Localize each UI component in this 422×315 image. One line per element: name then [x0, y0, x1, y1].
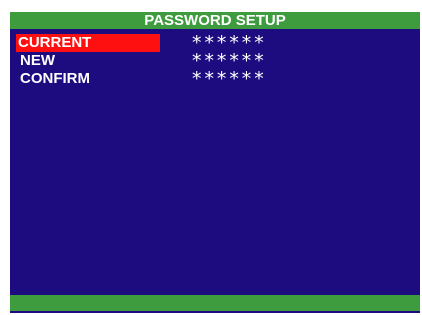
field-confirm-value[interactable]: ******	[191, 70, 266, 89]
page-title: PASSWORD SETUP	[10, 12, 420, 29]
field-current-label[interactable]: CURRENT	[16, 34, 160, 52]
footer-bar	[10, 295, 420, 311]
field-confirm-label[interactable]: CONFIRM	[18, 70, 90, 88]
password-setup-screen: PASSWORD SETUP CURRENT ****** NEW ******…	[10, 12, 420, 313]
field-new-label[interactable]: NEW	[18, 52, 55, 70]
field-confirm[interactable]: CONFIRM ******	[10, 70, 420, 89]
